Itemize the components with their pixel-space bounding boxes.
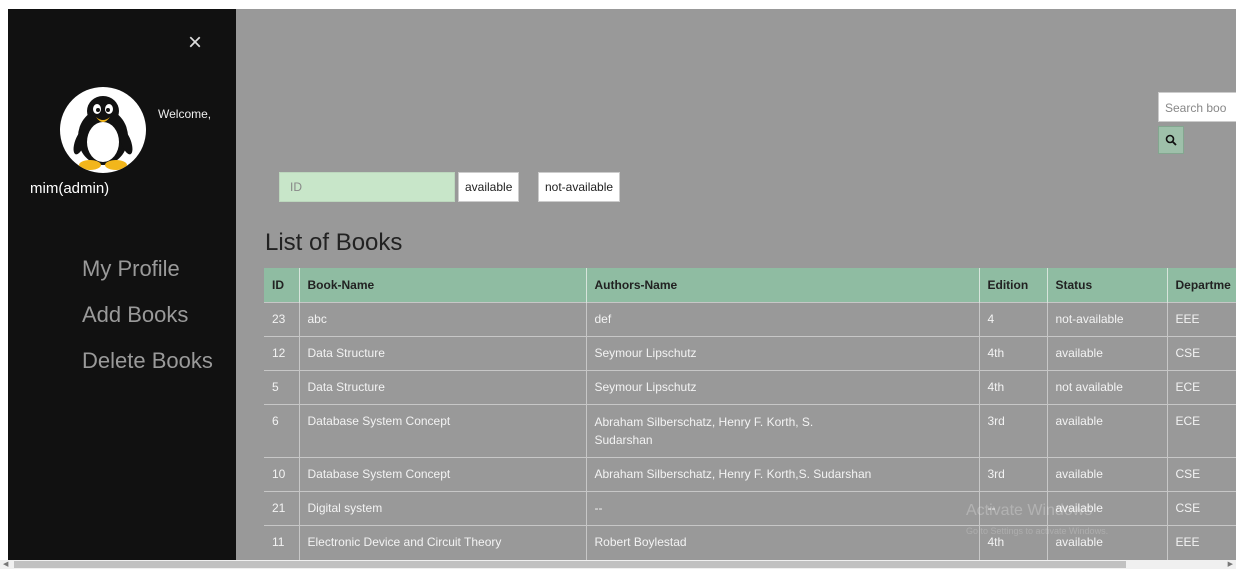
page-title: List of Books: [265, 229, 403, 256]
table-row: 23 abc def 4 not-available EEE: [264, 302, 1236, 337]
main-content: Search boo ID available not-available Li…: [236, 9, 1236, 560]
cell-authors: Seymour Lipschutz: [586, 370, 980, 405]
cell-edition: 4th: [979, 370, 1048, 405]
top-strip: [0, 0, 1236, 9]
cell-department: ECE: [1167, 404, 1236, 458]
cell-book-name: Digital system: [299, 491, 587, 526]
cell-edition: 3rd: [979, 404, 1048, 458]
cell-edition: 3rd: [979, 457, 1048, 492]
sidebar-nav: My Profile Add Books Delete Books: [8, 254, 236, 392]
cell-department: EEE: [1167, 525, 1236, 560]
cell-department: EEE: [1167, 302, 1236, 337]
cell-book-name: abc: [299, 302, 587, 337]
cell-authors: Abraham Silberschatz, Henry F. Korth, S.…: [586, 404, 980, 458]
scroll-left-icon[interactable]: ◀: [3, 560, 8, 569]
header-authors-name[interactable]: Authors-Name: [586, 268, 980, 303]
id-input[interactable]: ID: [279, 172, 455, 202]
search-icon: [1165, 134, 1177, 146]
cell-status: available: [1047, 404, 1168, 458]
avatar: [60, 87, 146, 173]
cell-id: 23: [264, 302, 300, 337]
activate-windows-subtext: Go to Settings to activate Windows.: [966, 526, 1109, 536]
cell-status: not available: [1047, 370, 1168, 405]
welcome-text: Welcome,: [158, 107, 212, 121]
cell-id: 5: [264, 370, 300, 405]
cell-authors: Robert Boylestad: [586, 525, 980, 560]
table-row: 5 Data Structure Seymour Lipschutz 4th n…: [264, 370, 1236, 405]
cell-book-name: Electronic Device and Circuit Theory: [299, 525, 587, 560]
sidebar-item-delete-books[interactable]: Delete Books: [8, 346, 236, 392]
cell-id: 12: [264, 336, 300, 371]
cell-id: 10: [264, 457, 300, 492]
cell-department: CSE: [1167, 457, 1236, 492]
cell-edition: 4: [979, 302, 1048, 337]
cell-department: CSE: [1167, 336, 1236, 371]
username: mim(admin): [30, 180, 110, 197]
not-available-button[interactable]: not-available: [538, 172, 621, 202]
cell-authors: --: [586, 491, 980, 526]
cell-status: available: [1047, 457, 1168, 492]
header-edition[interactable]: Edition: [979, 268, 1048, 303]
search-input[interactable]: Search boo: [1158, 92, 1236, 122]
horizontal-scrollbar[interactable]: ◀ ▶: [0, 560, 1236, 569]
cell-status: available: [1047, 336, 1168, 371]
header-id[interactable]: ID: [264, 268, 300, 303]
cell-authors: Abraham Silberschatz, Henry F. Korth,S. …: [586, 457, 980, 492]
sidebar-item-add-books[interactable]: Add Books: [8, 300, 236, 346]
sidebar: × Welcome, mim(admin) My Profile Add Boo…: [8, 9, 236, 560]
cell-book-name: Database System Concept: [299, 457, 587, 492]
table-row: 10 Database System Concept Abraham Silbe…: [264, 457, 1236, 492]
cell-id: 21: [264, 491, 300, 526]
cell-edition: 4th: [979, 336, 1048, 371]
table-row: 6 Database System Concept Abraham Silber…: [264, 404, 1236, 458]
search-button[interactable]: [1158, 126, 1184, 154]
cell-id: 6: [264, 404, 300, 458]
cell-status: not-available: [1047, 302, 1168, 337]
penguin-icon: [73, 96, 133, 170]
cell-book-name: Data Structure: [299, 336, 587, 371]
header-department[interactable]: Departme: [1167, 268, 1236, 303]
cell-department: CSE: [1167, 491, 1236, 526]
header-book-name[interactable]: Book-Name: [299, 268, 587, 303]
cell-department: ECE: [1167, 370, 1236, 405]
available-button[interactable]: available: [458, 172, 520, 202]
cell-id: 11: [264, 525, 300, 560]
close-icon[interactable]: ×: [188, 31, 202, 55]
sidebar-item-my-profile[interactable]: My Profile: [8, 254, 236, 300]
scroll-right-icon[interactable]: ▶: [1228, 560, 1233, 569]
scrollbar-thumb[interactable]: [14, 561, 1126, 568]
activate-windows-watermark: Activate Windows: [966, 502, 1093, 519]
cell-book-name: Database System Concept: [299, 404, 587, 458]
header-status[interactable]: Status: [1047, 268, 1168, 303]
cell-authors: Seymour Lipschutz: [586, 336, 980, 371]
cell-book-name: Data Structure: [299, 370, 587, 405]
cell-authors: def: [586, 302, 980, 337]
table-row: 12 Data Structure Seymour Lipschutz 4th …: [264, 336, 1236, 371]
